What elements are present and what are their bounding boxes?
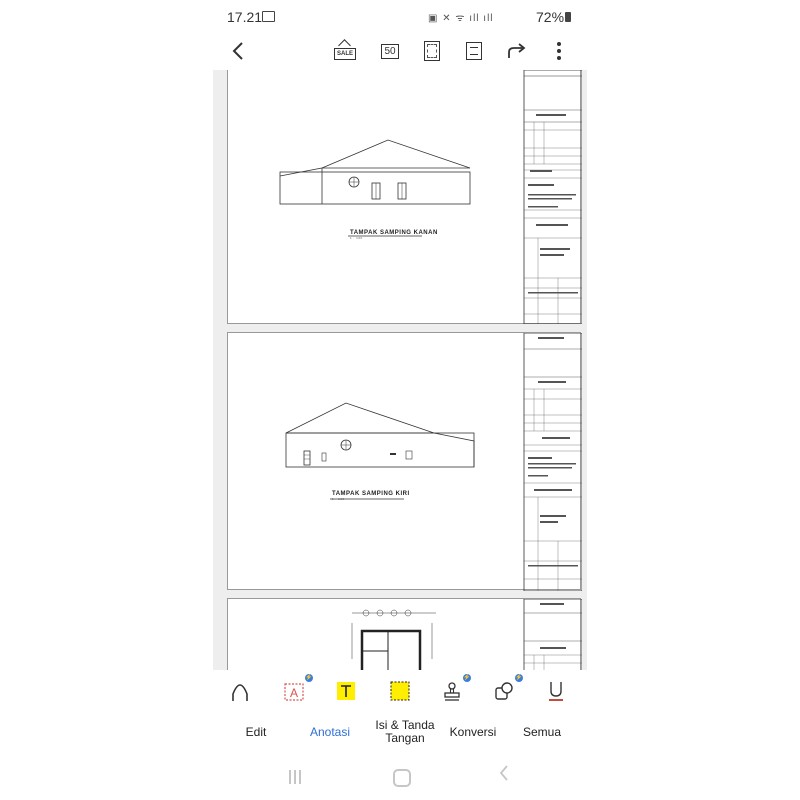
chevron-left-icon [232, 42, 243, 60]
recent-apps-button[interactable] [289, 770, 303, 784]
premium-badge-icon: ⚡ [515, 674, 523, 682]
sale-button[interactable]: SALE [333, 38, 357, 64]
gallery-notification-icon [262, 11, 275, 22]
drawing-title: TAMPAK SAMPING KIRI 1 : 100 [332, 491, 410, 501]
chevron-left-icon [499, 765, 508, 781]
svg-text:A: A [290, 686, 298, 700]
battery-icon [565, 12, 571, 22]
reading-mode-button[interactable] [463, 38, 485, 64]
underline-icon [549, 682, 563, 701]
system-nav-bar [213, 760, 587, 796]
shapes-tool-button[interactable]: ⚡ [491, 674, 523, 704]
tab-convert[interactable]: Konversi [433, 726, 513, 739]
fit-page-button[interactable] [421, 38, 443, 64]
tab-annotate[interactable]: Anotasi [290, 726, 370, 739]
premium-badge-icon: ⚡ [305, 674, 313, 682]
drawing-title: TAMPAK SAMPING KANAN 1 : 100 [350, 230, 438, 240]
premium-badge-icon: ⚡ [463, 674, 471, 682]
page-count-label: 50 [381, 43, 399, 59]
annotation-tools: A ⚡ ⚡ ⚡ [213, 672, 587, 712]
text-box-icon: A [284, 683, 304, 701]
sale-tag-icon: SALE [333, 48, 356, 60]
stamp-icon [444, 682, 460, 701]
fit-page-icon [424, 41, 440, 61]
status-time: 17.21 [227, 9, 263, 25]
mode-tabs: Edit Anotasi Isi & Tanda Tangan Konversi… [213, 716, 587, 756]
more-options-button[interactable] [549, 38, 569, 64]
stamp-tool-button[interactable]: ⚡ [439, 674, 471, 704]
text-highlight-icon [337, 682, 355, 700]
home-button[interactable] [393, 769, 411, 787]
shapes-icon [495, 682, 513, 700]
back-button[interactable] [225, 38, 251, 64]
document-page: TAMPAK SAMPING KANAN 1 : 100 [227, 70, 582, 324]
phone-screen: 17.21 ▣ ✕ ᯤ ıll ıll 72% SALE 50 TAMPAK S… [213, 0, 587, 800]
edit-pen-icon [232, 684, 248, 701]
tab-all[interactable]: Semua [502, 726, 582, 739]
page-count-button[interactable]: 50 [379, 38, 401, 64]
floor-plan-drawing [351, 599, 582, 670]
area-highlight-tool-button[interactable] [387, 678, 413, 704]
edit-tool-button[interactable] [227, 678, 253, 704]
document-page [227, 598, 582, 670]
area-highlight-icon [390, 681, 410, 701]
underline-tool-button[interactable] [543, 678, 569, 704]
share-arrow-icon [508, 43, 526, 58]
battery-percent: 72% [536, 9, 565, 25]
share-button[interactable] [506, 38, 530, 64]
document-icon [466, 42, 482, 60]
tab-edit[interactable]: Edit [217, 726, 295, 739]
nav-back-button[interactable] [499, 764, 509, 788]
document-page: TAMPAK SAMPING KIRI 1 : 100 [227, 332, 582, 591]
more-vertical-icon [557, 42, 561, 60]
text-highlight-tool-button[interactable] [333, 678, 359, 704]
right-elevation-drawing [279, 70, 582, 324]
left-elevation-drawing [285, 333, 582, 591]
document-viewer[interactable]: TAMPAK SAMPING KANAN 1 : 100 TAMPAK SAMP… [213, 70, 587, 670]
network-status-icons: ▣ ✕ ᯤ ıll ıll [428, 13, 494, 24]
viewer-toolbar: SALE 50 [213, 32, 587, 70]
text-box-tool-button[interactable]: A ⚡ [281, 674, 313, 704]
status-bar: 17.21 ▣ ✕ ᯤ ıll ıll 72% [213, 0, 587, 32]
